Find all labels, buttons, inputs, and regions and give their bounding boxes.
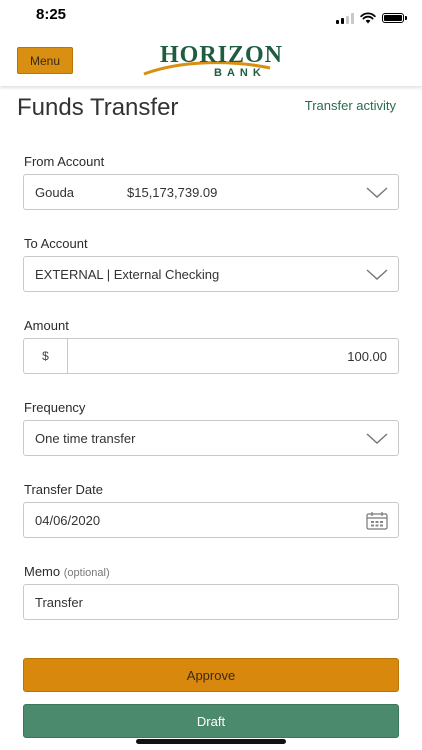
horizon-bank-logo: HORIZON BANK bbox=[142, 42, 282, 84]
amount-label: Amount bbox=[24, 318, 69, 333]
transfer-activity-link[interactable]: Transfer activity bbox=[305, 98, 396, 113]
to-account-value: EXTERNAL | External Checking bbox=[35, 267, 220, 282]
memo-label: Memo (optional) bbox=[24, 564, 110, 579]
transfer-date-input[interactable]: 04/06/2020 bbox=[23, 502, 399, 538]
chevron-down-icon bbox=[366, 187, 388, 198]
logo-wordmark: HORIZON bbox=[160, 42, 284, 68]
approve-button[interactable]: Approve bbox=[23, 658, 399, 692]
menu-button[interactable]: Menu bbox=[17, 47, 73, 74]
from-account-select[interactable]: Gouda $15,173,739.09 bbox=[23, 174, 399, 210]
page-title: Funds Transfer bbox=[17, 94, 179, 121]
to-account-select[interactable]: EXTERNAL | External Checking bbox=[23, 256, 399, 292]
memo-optional-hint: (optional) bbox=[63, 567, 110, 579]
chevron-down-icon bbox=[366, 433, 388, 444]
wifi-icon bbox=[360, 12, 376, 24]
status-icons bbox=[336, 12, 407, 24]
transfer-date-value: 04/06/2020 bbox=[35, 513, 101, 528]
from-account-label: From Account bbox=[24, 154, 105, 169]
from-account-balance: $15,173,739.09 bbox=[127, 185, 218, 200]
app-header: Menu HORIZON BANK bbox=[0, 36, 422, 86]
amount-input[interactable]: $ 100.00 bbox=[23, 338, 399, 374]
signal-icon bbox=[336, 12, 354, 24]
memo-input[interactable]: Transfer bbox=[23, 584, 399, 620]
logo-subtitle: BANK bbox=[214, 67, 266, 79]
to-account-label: To Account bbox=[24, 236, 88, 251]
amount-value: 100.00 bbox=[347, 349, 387, 364]
frequency-value: One time transfer bbox=[35, 431, 136, 446]
memo-value: Transfer bbox=[35, 595, 83, 610]
memo-label-text: Memo bbox=[24, 564, 61, 579]
battery-icon bbox=[382, 13, 407, 23]
from-account-name: Gouda bbox=[35, 185, 75, 200]
frequency-select[interactable]: One time transfer bbox=[23, 420, 399, 456]
currency-addon: $ bbox=[24, 339, 68, 373]
calendar-icon[interactable] bbox=[366, 511, 388, 530]
status-bar: 8:25 bbox=[0, 0, 422, 36]
frequency-label: Frequency bbox=[24, 400, 86, 415]
home-indicator bbox=[136, 739, 286, 744]
chevron-down-icon bbox=[366, 269, 388, 280]
draft-button[interactable]: Draft bbox=[23, 704, 399, 738]
status-time: 8:25 bbox=[36, 6, 67, 23]
transfer-date-label: Transfer Date bbox=[24, 482, 103, 497]
